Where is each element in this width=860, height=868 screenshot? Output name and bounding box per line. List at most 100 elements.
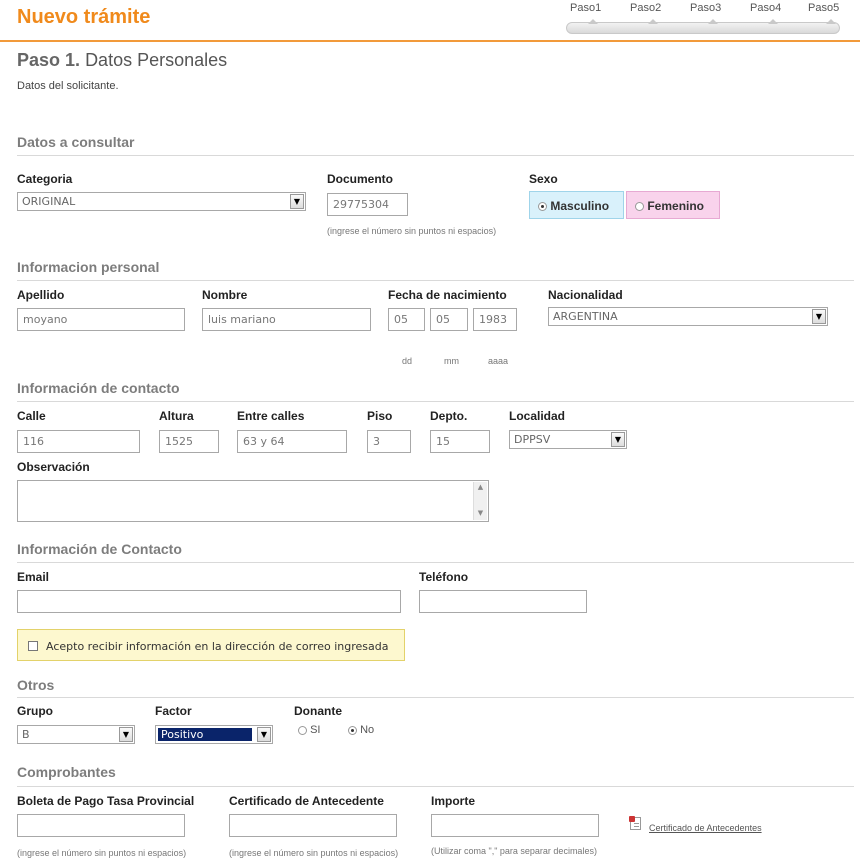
telefono-input[interactable] (419, 590, 587, 613)
importe-input[interactable] (431, 814, 599, 837)
radio-masculino[interactable] (538, 202, 547, 212)
categoria-select[interactable]: ORIGINAL ▼ (17, 192, 306, 211)
boleta-hint: (ingrese el número sin puntos ni espacio… (17, 848, 187, 858)
fecha-mm-input[interactable]: 05 (430, 308, 468, 331)
boleta-input[interactable] (17, 814, 185, 837)
factor-select[interactable]: Positivo ▼ (155, 725, 273, 744)
scroll-up-icon[interactable]: ▲ (474, 482, 487, 492)
step-4-label[interactable]: Paso4 (750, 2, 781, 14)
step-5-label[interactable]: Paso5 (808, 2, 839, 14)
observacion-label: Observación (17, 460, 90, 474)
radio-no[interactable] (348, 725, 357, 735)
chevron-down-icon[interactable]: ▼ (257, 727, 271, 742)
divider (17, 401, 854, 402)
sexo-label: Sexo (529, 172, 558, 186)
grupo-label: Grupo (17, 704, 53, 718)
piso-label: Piso (367, 409, 393, 423)
factor-label: Factor (155, 704, 192, 718)
certificado-hint: (ingrese el número sin puntos ni espacio… (229, 848, 399, 858)
grupo-select[interactable]: B ▼ (17, 725, 135, 744)
documento-input[interactable]: 29775304 (327, 193, 408, 216)
fecha-mm-hint: mm (444, 356, 459, 366)
altura-input[interactable]: 1525 (159, 430, 219, 453)
step-number: Paso 1. (17, 50, 81, 70)
categoria-value: ORIGINAL (22, 195, 76, 208)
step-3-label[interactable]: Paso3 (690, 2, 721, 14)
certificado-antecedentes-link[interactable]: Certificado de Antecedentes (649, 823, 762, 833)
step-1-label[interactable]: Paso1 (570, 2, 601, 14)
radio-femenino[interactable] (635, 202, 644, 212)
donante-label: Donante (294, 704, 342, 718)
depto-label: Depto. (430, 409, 468, 423)
nombre-label: Nombre (202, 288, 248, 302)
sexo-femenino-label: Femenino (647, 199, 705, 213)
section-informacion-personal: Informacion personal (17, 259, 160, 275)
step-heading: Paso 1. Datos Personales (17, 50, 227, 71)
donante-no-option[interactable]: No (348, 724, 374, 736)
altura-label: Altura (159, 409, 194, 423)
localidad-label: Localidad (509, 409, 566, 423)
acepto-label: Acepto recibir información en la direcci… (46, 640, 389, 653)
document-icon[interactable] (629, 816, 641, 830)
nacionalidad-value: ARGENTINA (553, 310, 618, 323)
certificado-input[interactable] (229, 814, 397, 837)
sexo-masculino-option[interactable]: Masculino (529, 191, 624, 219)
grupo-value: B (22, 728, 30, 741)
acepto-checkbox[interactable] (28, 641, 38, 651)
localidad-select[interactable]: DPPSV ▼ (509, 430, 627, 449)
sexo-masculino-label: Masculino (550, 199, 610, 213)
calle-input[interactable]: 116 (17, 430, 140, 453)
divider (17, 562, 854, 563)
chevron-down-icon[interactable]: ▼ (119, 727, 133, 742)
divider (17, 280, 854, 281)
section-datos-consultar: Datos a consultar (17, 134, 135, 150)
textarea-scrollbar[interactable]: ▲ ▼ (473, 482, 487, 520)
donante-no-label: No (360, 724, 375, 736)
apellido-input[interactable]: moyano (17, 308, 185, 331)
categoria-label: Categoria (17, 172, 73, 186)
fecha-aaaa-input[interactable]: 1983 (473, 308, 517, 331)
entre-calles-label: Entre calles (237, 409, 305, 423)
radio-si[interactable] (298, 725, 307, 735)
step-name: Datos Personales (85, 50, 228, 70)
observacion-textarea[interactable]: ▲ ▼ (17, 480, 489, 522)
importe-hint: (Utilizar coma "," para separar decimale… (431, 846, 597, 856)
calle-label: Calle (17, 409, 46, 423)
scroll-down-icon[interactable]: ▼ (474, 508, 487, 518)
donante-si-option[interactable]: SI (298, 724, 320, 736)
sexo-femenino-option[interactable]: Femenino (626, 191, 720, 219)
telefono-label: Teléfono (419, 570, 469, 584)
section-comprobantes: Comprobantes (17, 764, 116, 780)
acepto-notice: Acepto recibir información en la direcci… (17, 629, 405, 661)
header-divider (0, 40, 860, 42)
step-caret-icon (826, 19, 836, 24)
importe-label: Importe (431, 794, 476, 808)
step-caret-icon (708, 19, 718, 24)
email-input[interactable] (17, 590, 401, 613)
section-informacion-contacto: Información de contacto (17, 380, 180, 396)
fecha-nacimiento-label: Fecha de nacimiento (388, 288, 507, 302)
email-label: Email (17, 570, 50, 584)
section-otros: Otros (17, 677, 55, 693)
boleta-label: Boleta de Pago Tasa Provincial (17, 794, 195, 808)
piso-input[interactable]: 3 (367, 430, 411, 453)
nombre-input[interactable]: luis mariano (202, 308, 371, 331)
chevron-down-icon[interactable]: ▼ (290, 194, 304, 209)
chevron-down-icon[interactable]: ▼ (611, 432, 625, 447)
divider (17, 697, 854, 698)
divider (17, 786, 854, 787)
step-caret-icon (648, 19, 658, 24)
depto-input[interactable]: 15 (430, 430, 490, 453)
fecha-dd-input[interactable]: 05 (388, 308, 425, 331)
nacionalidad-select[interactable]: ARGENTINA ▼ (548, 307, 828, 326)
factor-value: Positivo (158, 728, 252, 741)
entre-calles-input[interactable]: 63 y 64 (237, 430, 347, 453)
fecha-aaaa-hint: aaaa (488, 356, 509, 366)
chevron-down-icon[interactable]: ▼ (812, 309, 826, 324)
divider (17, 155, 854, 156)
apellido-label: Apellido (17, 288, 65, 302)
step-2-label[interactable]: Paso2 (630, 2, 661, 14)
documento-hint: (ingrese el número sin puntos ni espacio… (327, 226, 497, 236)
step-caret-icon (588, 19, 598, 24)
steps-progress-bar (566, 22, 840, 34)
